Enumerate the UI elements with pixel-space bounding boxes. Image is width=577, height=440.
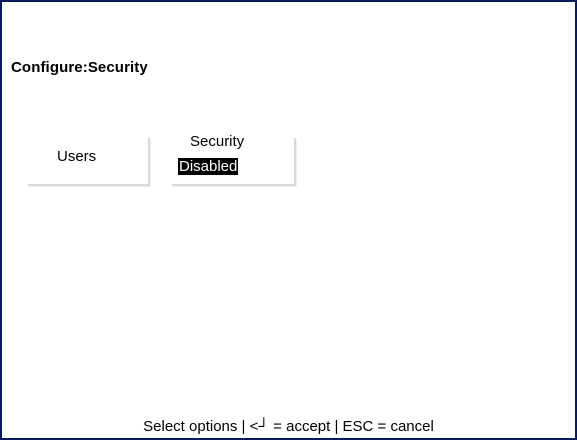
security-value-selected[interactable]: Disabled [178,158,239,175]
users-option[interactable]: Users [28,138,150,186]
users-option-label: Users [57,148,97,165]
security-option-label: Security [190,133,245,150]
page-title: Configure:Security [11,59,148,76]
footer-hint: Select options | <┘ = accept | ESC = can… [143,418,434,435]
security-option[interactable]: Security Disabled [172,133,296,186]
